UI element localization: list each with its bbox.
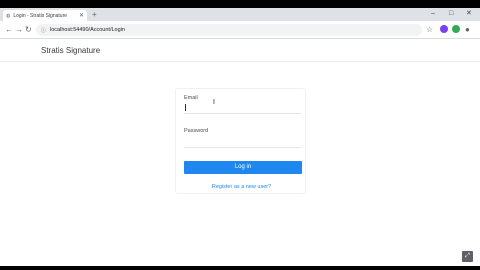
minimize-button[interactable]: – — [431, 9, 435, 19]
email-field[interactable] — [184, 102, 301, 114]
browser-tab[interactable]: ◍ Login - Stratis Signature ✕ — [3, 10, 87, 21]
login-card: Email Password Log in Register as a new … — [175, 88, 306, 194]
close-tab-icon[interactable]: ✕ — [79, 12, 84, 19]
star-icon[interactable]: ☆ — [426, 24, 433, 36]
tab-title: Login - Stratis Signature — [13, 12, 68, 19]
extension-green-icon[interactable] — [452, 25, 460, 33]
profile-icon[interactable]: ● — [465, 24, 470, 36]
text-caret — [185, 104, 186, 111]
browser-toolbar: ← → ↻ ⓘ localhost:54490/Account/Login ☆ … — [0, 21, 480, 39]
address-bar[interactable]: ⓘ localhost:54490/Account/Login — [36, 24, 422, 36]
video-frame: ◍ Login - Stratis Signature ✕ + – □ ✕ ← … — [0, 0, 480, 270]
forward-button[interactable]: → — [15, 24, 23, 36]
url-text: localhost:54490/Account/Login — [50, 27, 125, 33]
password-field[interactable] — [184, 136, 301, 148]
back-button[interactable]: ← — [5, 24, 13, 36]
login-button[interactable]: Log in — [184, 161, 302, 174]
globe-icon: ◍ — [6, 12, 11, 19]
browser-window: ◍ Login - Stratis Signature ✕ + – □ ✕ ← … — [0, 8, 480, 266]
register-link[interactable]: Register as a new user? — [176, 184, 307, 190]
tab-strip: ◍ Login - Stratis Signature ✕ + – □ ✕ — [0, 8, 480, 21]
email-label: Email — [184, 95, 198, 101]
maximize-button[interactable]: □ — [449, 9, 453, 19]
fullscreen-icon[interactable]: ⤢ — [462, 251, 473, 262]
reload-button[interactable]: ↻ — [25, 24, 32, 36]
brand-link[interactable]: Stratis Signature — [41, 46, 100, 55]
new-tab-button[interactable]: + — [92, 10, 97, 20]
app-navbar: Stratis Signature — [0, 40, 480, 62]
ibeam-cursor-icon: I — [213, 99, 215, 106]
extension-icon[interactable] — [440, 25, 448, 33]
password-label: Password — [184, 128, 209, 134]
info-icon[interactable]: ⓘ — [41, 27, 46, 34]
close-window-button[interactable]: ✕ — [466, 9, 472, 19]
